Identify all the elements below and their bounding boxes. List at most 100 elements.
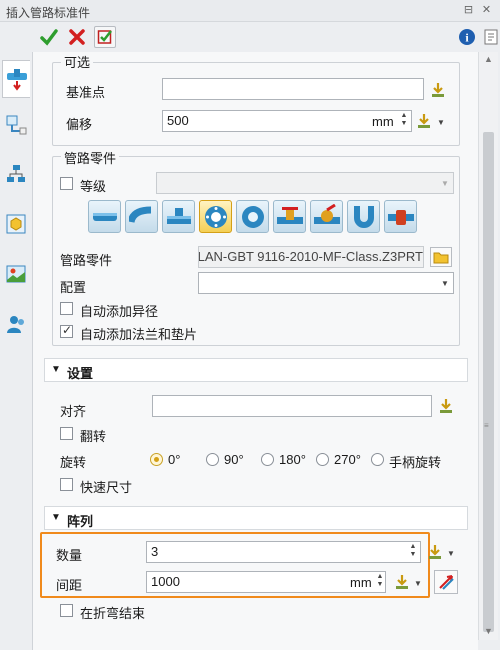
part-pipe-button[interactable] <box>88 200 121 233</box>
browse-part-button[interactable] <box>430 247 452 267</box>
settings-section-header[interactable]: ▼ 设置 <box>44 358 468 382</box>
collapse-icon: ▼ <box>51 512 61 523</box>
tool-part-tab[interactable] <box>2 210 30 238</box>
valve-icon <box>276 206 303 224</box>
insert-fitting-tab[interactable] <box>2 60 30 98</box>
config-dropdown-arrow[interactable]: ▼ <box>441 279 449 288</box>
apply-button[interactable] <box>94 26 116 48</box>
cancel-button[interactable] <box>66 26 88 48</box>
scroll-grip-icon: ≡ <box>484 421 489 430</box>
spacing-unit: mm <box>350 575 372 590</box>
rotate-0-radio[interactable] <box>150 453 163 466</box>
pipe-icon <box>92 212 117 221</box>
apply-icon <box>97 30 112 44</box>
tee-icon <box>166 207 191 224</box>
rotate-90-label: 90° <box>224 452 244 467</box>
insert-fitting-icon <box>6 69 27 91</box>
grade-select[interactable] <box>156 172 454 194</box>
quick-size-label: 快速尺寸 <box>80 480 133 495</box>
grade-checkbox[interactable] <box>60 177 73 190</box>
scroll-thumb[interactable] <box>483 132 494 632</box>
ball-valve-icon <box>313 203 340 224</box>
part-ball-valve-button[interactable] <box>310 200 343 233</box>
u-bend-icon <box>353 205 374 228</box>
close-icon[interactable]: ✕ <box>480 4 493 17</box>
flip-label: 翻转 <box>80 429 107 444</box>
help-doc-icon <box>484 29 498 45</box>
count-input[interactable]: 3 <box>146 541 421 563</box>
count-pick-button[interactable] <box>427 544 443 560</box>
offset-label: 偏移 <box>66 117 93 132</box>
pick-arrow-icon <box>429 545 441 559</box>
user-icon <box>7 316 24 333</box>
grade-label: 等级 <box>80 179 107 194</box>
rotate-270-radio[interactable] <box>316 453 329 466</box>
tool-image-tab[interactable] <box>2 260 30 288</box>
vertical-scrollbar[interactable]: ▲ ≡ ▼ <box>478 52 498 640</box>
elbow-icon <box>128 206 151 223</box>
ok-button[interactable] <box>38 26 60 48</box>
cross-icon <box>69 29 85 45</box>
tool-layout-tab[interactable] <box>2 110 30 138</box>
part-icon <box>6 214 26 234</box>
base-point-input[interactable] <box>162 78 424 100</box>
part-valve-button[interactable] <box>273 200 306 233</box>
config-select[interactable] <box>198 272 454 294</box>
offset-pick-button[interactable] <box>416 113 432 129</box>
count-dropdown-arrow[interactable]: ▼ <box>447 549 455 558</box>
part-elbow-button[interactable] <box>125 200 158 233</box>
reverse-direction-button[interactable] <box>434 570 458 594</box>
part-flange-button[interactable] <box>199 200 232 233</box>
image-icon <box>6 265 26 283</box>
rotate-handle-label: 手柄旋转 <box>389 455 442 470</box>
flange-icon <box>204 205 227 228</box>
rotate-180-radio[interactable] <box>261 453 274 466</box>
offset-dropdown-arrow[interactable]: ▼ <box>437 118 445 127</box>
collapse-icon: ▼ <box>51 364 61 375</box>
help-button[interactable] <box>480 26 500 48</box>
part-u-bend-button[interactable] <box>347 200 380 233</box>
reverse-direction-icon <box>439 575 454 590</box>
folder-icon <box>433 252 449 264</box>
array-title: 阵列 <box>67 514 94 529</box>
part-gasket-button[interactable] <box>236 200 269 233</box>
grade-dropdown-arrow[interactable]: ▼ <box>441 179 449 188</box>
scroll-down-icon[interactable]: ▼ <box>484 626 493 636</box>
align-input[interactable] <box>152 395 432 417</box>
part-tee-button[interactable] <box>162 200 195 233</box>
part-coupling-button[interactable] <box>384 200 417 233</box>
quick-size-checkbox[interactable] <box>60 478 73 491</box>
optional-group-title: 可选 <box>61 52 94 71</box>
gasket-icon <box>241 205 264 228</box>
window-title: 插入管路标准件 <box>6 6 91 20</box>
spacing-label: 间距 <box>56 578 83 593</box>
base-point-label: 基准点 <box>66 85 106 100</box>
end-at-bend-checkbox[interactable] <box>60 604 73 617</box>
spacing-spinner[interactable]: ▲ ▼ <box>376 573 384 589</box>
pipe-part-field[interactable]: 兰-FLAN-GBT 9116-2010-MF-Class.Z3PRT <box>198 246 424 268</box>
pin-icon[interactable]: ⊟ <box>462 4 475 17</box>
pipe-part-label: 管路零件 <box>60 253 113 268</box>
align-pick-button[interactable] <box>438 398 454 414</box>
tool-tree-tab[interactable] <box>2 160 30 188</box>
auto-reducer-checkbox[interactable] <box>60 302 73 315</box>
scroll-up-icon[interactable]: ▲ <box>484 54 493 64</box>
checkmark-icon <box>40 29 58 46</box>
info-icon: i <box>459 29 475 45</box>
count-spinner[interactable]: ▲ ▼ <box>409 543 417 559</box>
tool-user-tab[interactable] <box>2 310 30 338</box>
info-button[interactable]: i <box>456 26 478 48</box>
spacing-pick-button[interactable] <box>394 574 410 590</box>
rotate-handle-radio[interactable] <box>371 453 384 466</box>
auto-flange-checkbox[interactable] <box>60 323 73 338</box>
base-point-pick-button[interactable] <box>430 82 446 98</box>
pipe-parts-group-title: 管路零件 <box>61 148 120 167</box>
rotate-label: 旋转 <box>60 455 87 470</box>
command-toolbar: i <box>0 22 500 52</box>
array-section-header[interactable]: ▼ 阵列 <box>44 506 468 530</box>
flip-checkbox[interactable] <box>60 427 73 440</box>
offset-spinner[interactable]: ▲ ▼ <box>400 112 408 128</box>
coupling-icon <box>387 209 414 225</box>
rotate-90-radio[interactable] <box>206 453 219 466</box>
spacing-dropdown-arrow[interactable]: ▼ <box>414 579 422 588</box>
